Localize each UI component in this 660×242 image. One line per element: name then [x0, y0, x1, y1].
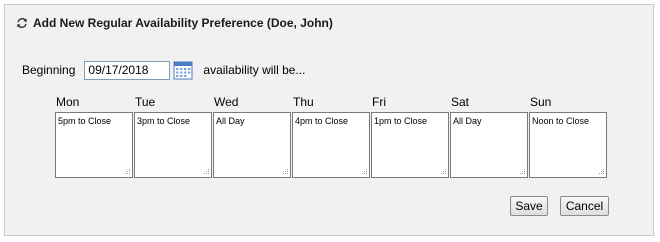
resize-grip-icon[interactable]	[520, 169, 526, 175]
beginning-row: Beginning availability will be...	[22, 59, 305, 81]
resize-grip-icon[interactable]	[441, 169, 447, 175]
day-label-fri: Fri	[372, 95, 386, 109]
resize-grip-icon[interactable]	[204, 169, 210, 175]
day-input-sat[interactable]: All Day	[450, 112, 528, 178]
day-input-wed[interactable]: All Day	[213, 112, 291, 178]
day-input-mon[interactable]: 5pm to Close	[55, 112, 133, 178]
day-label-mon: Mon	[56, 95, 80, 109]
day-input-sun[interactable]: Noon to Close	[529, 112, 607, 178]
beginning-date-input[interactable]	[84, 60, 171, 80]
day-input-thu[interactable]: 4pm to Close	[292, 112, 370, 178]
calendar-icon[interactable]	[173, 60, 193, 80]
day-label-tue: Tue	[135, 95, 156, 109]
day-input-tue[interactable]: 3pm to Close	[134, 112, 212, 178]
page-title: Add New Regular Availability Preference …	[33, 16, 333, 30]
cancel-button[interactable]: Cancel	[560, 196, 609, 216]
availability-panel: Add New Regular Availability Preference …	[4, 4, 654, 236]
resize-grip-icon[interactable]	[125, 169, 131, 175]
refresh-icon[interactable]	[16, 17, 28, 29]
beginning-label: Beginning	[22, 63, 76, 77]
day-input-fri[interactable]: 1pm to Close	[371, 112, 449, 178]
day-label-wed: Wed	[214, 95, 239, 109]
day-label-sun: Sun	[530, 95, 552, 109]
resize-grip-icon[interactable]	[283, 169, 289, 175]
availability-suffix-label: availability will be...	[203, 63, 306, 77]
panel-header: Add New Regular Availability Preference …	[16, 15, 333, 31]
save-button[interactable]: Save	[510, 196, 548, 216]
resize-grip-icon[interactable]	[362, 169, 368, 175]
day-label-thu: Thu	[293, 95, 314, 109]
day-label-sat: Sat	[451, 95, 470, 109]
resize-grip-icon[interactable]	[599, 169, 605, 175]
